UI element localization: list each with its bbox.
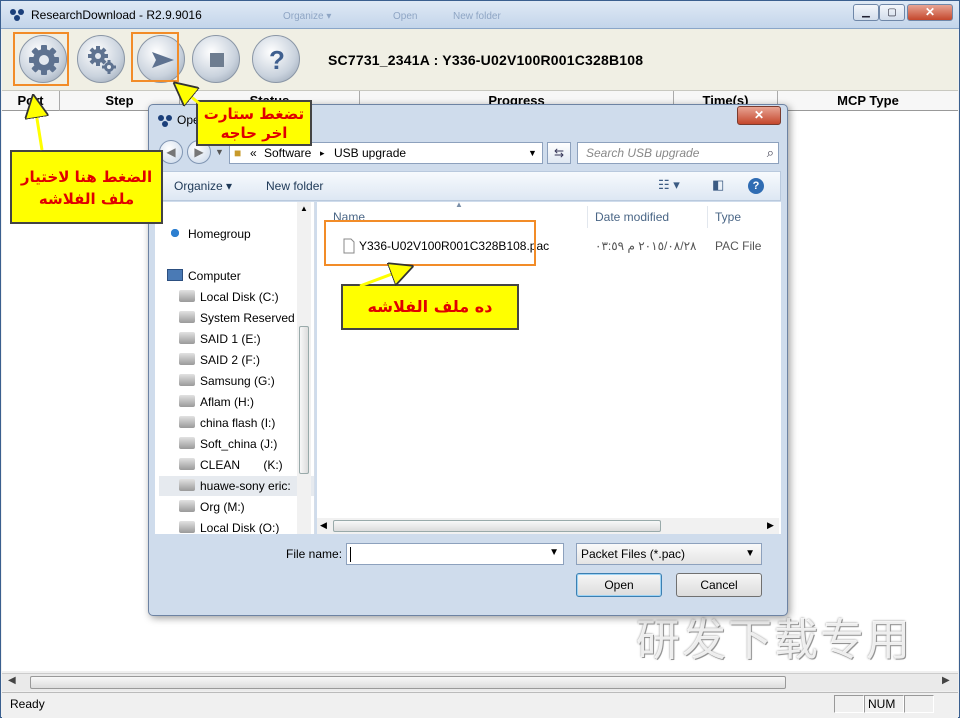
annotation-arrows bbox=[0, 0, 960, 288]
arrow-to-file bbox=[359, 268, 408, 288]
arrow-to-load-button bbox=[34, 100, 42, 151]
arrow-to-start-button bbox=[178, 86, 201, 104]
